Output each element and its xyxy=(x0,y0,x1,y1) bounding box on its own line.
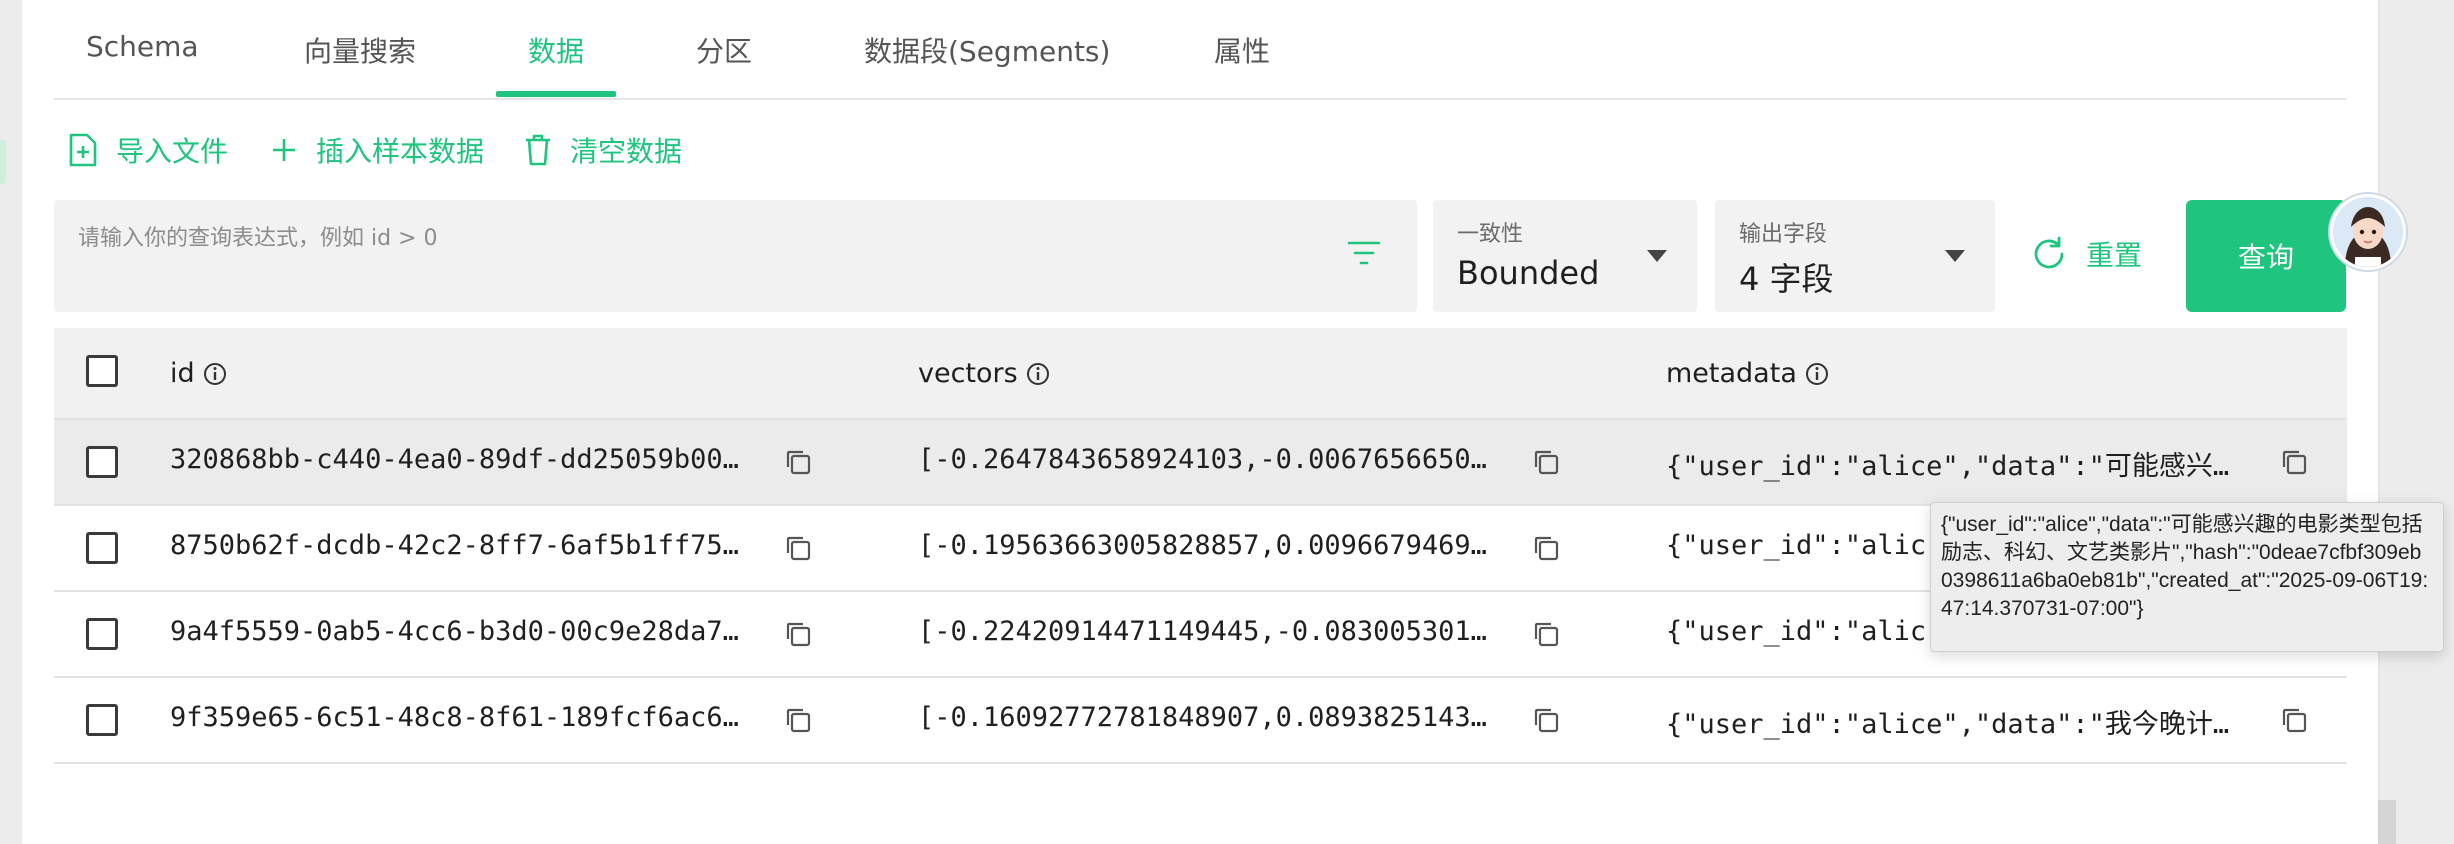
cell-id: 9a4f5559-0ab5-4cc6-b3d0-00c9e28da7… xyxy=(170,616,739,647)
cell-id: 320868bb-c440-4ea0-89df-dd25059b00… xyxy=(170,444,739,475)
reset-label: 重置 xyxy=(2086,239,2143,272)
tab-properties[interactable]: 属性 xyxy=(1214,30,1270,70)
left-nav-accent xyxy=(0,140,6,184)
copy-icon[interactable] xyxy=(784,448,812,476)
clear-data-button[interactable]: 清空数据 xyxy=(524,130,682,170)
cell-metadata: {"user_id":"alic xyxy=(1666,530,1927,561)
cell-vectors: [-0.22420914471149445,-0.083005301… xyxy=(918,616,1487,647)
query-placeholder: 请输入你的查询表达式，例如 id > 0 xyxy=(78,226,438,251)
tab-segments[interactable]: 数据段(Segments) xyxy=(864,30,1110,70)
reset-icon xyxy=(2034,236,2064,269)
output-fields-label: 输出字段 xyxy=(1739,222,1828,247)
active-tab-indicator xyxy=(496,91,616,97)
select-all-checkbox[interactable] xyxy=(86,355,118,387)
caret-down-icon xyxy=(1647,250,1667,262)
copy-icon[interactable] xyxy=(784,706,812,734)
column-header-metadata-label: metadata xyxy=(1666,358,1797,389)
column-header-id[interactable]: id xyxy=(170,358,227,389)
import-file-label: 导入文件 xyxy=(116,135,229,168)
copy-icon[interactable] xyxy=(1532,448,1560,476)
tab-partitions[interactable]: 分区 xyxy=(696,30,752,70)
column-header-metadata[interactable]: metadata xyxy=(1666,358,1829,389)
copy-icon[interactable] xyxy=(1532,706,1560,734)
row-checkbox[interactable] xyxy=(86,446,118,478)
cell-metadata: {"user_id":"alice","data":"可能感兴… xyxy=(1666,451,2230,482)
table-row[interactable]: 9f359e65-6c51-48c8-8f61-189fcf6ac6… [-0.… xyxy=(54,678,2347,764)
info-icon[interactable] xyxy=(203,362,227,386)
copy-icon[interactable] xyxy=(784,620,812,648)
insert-sample-data-button[interactable]: 插入样本数据 xyxy=(270,130,484,170)
cell-vectors: [-0.19563663005828857,0.0096679469… xyxy=(918,530,1487,561)
cell-metadata: {"user_id":"alic xyxy=(1666,616,1927,647)
copy-icon[interactable] xyxy=(1532,534,1560,562)
column-header-vectors-label: vectors xyxy=(918,358,1018,389)
table-row[interactable]: 320868bb-c440-4ea0-89df-dd25059b00… [-0.… xyxy=(54,420,2347,506)
row-checkbox[interactable] xyxy=(86,618,118,650)
output-fields-value: 4 字段 xyxy=(1739,260,1834,298)
insert-sample-label: 插入样本数据 xyxy=(316,135,485,168)
table-header: id vectors metadata xyxy=(54,328,2347,420)
resize-handle[interactable] xyxy=(2378,800,2396,844)
column-header-vectors[interactable]: vectors xyxy=(918,358,1050,389)
cell-id: 8750b62f-dcdb-42c2-8ff7-6af5b1ff75… xyxy=(170,530,739,561)
tab-schema[interactable]: Schema xyxy=(86,30,199,63)
tab-bar: Schema 向量搜索 数据 分区 数据段(Segments) 属性 xyxy=(54,0,2347,100)
copy-icon[interactable] xyxy=(784,534,812,562)
consistency-label: 一致性 xyxy=(1457,222,1524,247)
output-fields-select[interactable]: 输出字段 4 字段 xyxy=(1715,200,1995,312)
caret-down-icon xyxy=(1945,250,1965,262)
cell-vectors: [-0.16092772781848907,0.0893825143… xyxy=(918,702,1487,733)
row-checkbox[interactable] xyxy=(86,532,118,564)
cell-id: 9f359e65-6c51-48c8-8f61-189fcf6ac6… xyxy=(170,702,739,733)
consistency-value: Bounded xyxy=(1457,254,1600,292)
file-plus-icon xyxy=(69,133,97,167)
tab-data[interactable]: 数据 xyxy=(528,30,584,70)
query-button[interactable]: 查询 xyxy=(2186,200,2346,312)
consistency-select[interactable]: 一致性 Bounded xyxy=(1433,200,1697,312)
clear-data-label: 清空数据 xyxy=(570,135,683,168)
column-header-id-label: id xyxy=(170,358,195,389)
tab-vector-search[interactable]: 向量搜索 xyxy=(304,30,416,70)
info-icon[interactable] xyxy=(1805,362,1829,386)
metadata-tooltip: {"user_id":"alice","data":"可能感兴趣的电影类型包括励… xyxy=(1930,502,2444,652)
trash-icon xyxy=(526,134,550,166)
user-avatar[interactable] xyxy=(2330,194,2406,270)
plus-icon xyxy=(273,139,295,161)
import-file-button[interactable]: 导入文件 xyxy=(68,130,228,170)
row-checkbox[interactable] xyxy=(86,704,118,736)
query-expression-input[interactable]: 请输入你的查询表达式，例如 id > 0 xyxy=(54,200,1417,312)
copy-icon[interactable] xyxy=(2280,706,2308,734)
cell-metadata: {"user_id":"alice","data":"我今晚计… xyxy=(1666,709,2230,740)
filter-icon[interactable] xyxy=(1347,240,1381,266)
copy-icon[interactable] xyxy=(2280,448,2308,476)
info-icon[interactable] xyxy=(1026,362,1050,386)
cell-vectors: [-0.2647843658924103,-0.0067656650… xyxy=(918,444,1487,475)
copy-icon[interactable] xyxy=(1532,620,1560,648)
reset-button[interactable]: 重置 xyxy=(2030,234,2142,274)
